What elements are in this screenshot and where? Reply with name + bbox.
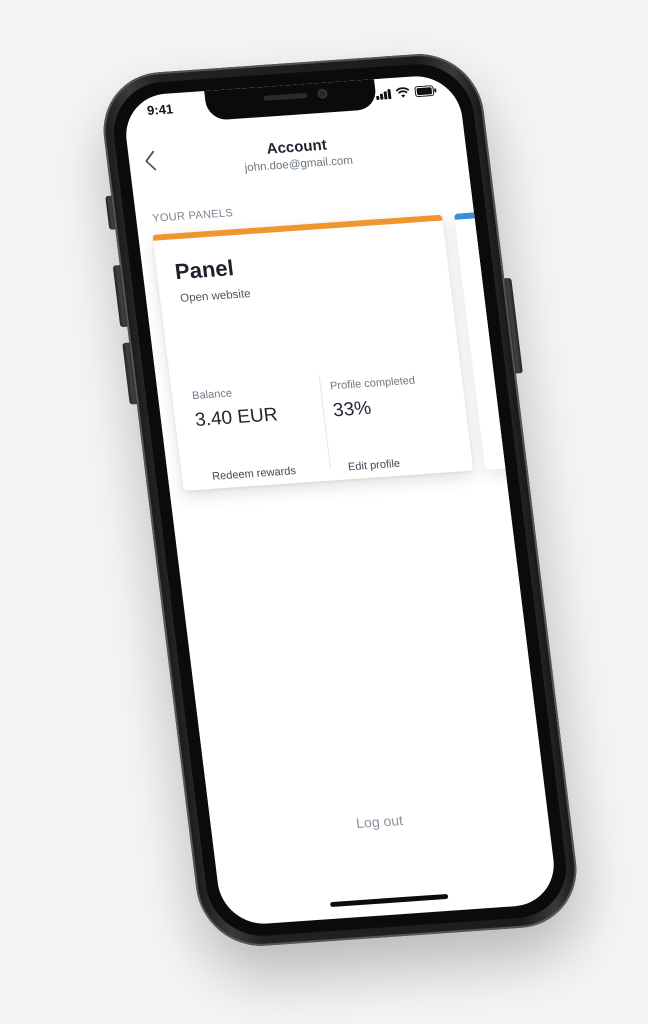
status-time: 9:41 xyxy=(146,101,175,119)
stat-divider xyxy=(318,375,332,469)
profile-stat: Profile completed 33% xyxy=(329,372,454,422)
balance-label: Balance xyxy=(191,387,233,403)
wifi-icon xyxy=(395,87,410,99)
logout-button[interactable]: Log out xyxy=(211,802,549,841)
battery-icon xyxy=(414,85,437,98)
profile-completed-value: 33% xyxy=(331,397,373,422)
panel-title: Panel xyxy=(173,255,236,285)
profile-completed-label: Profile completed xyxy=(329,374,416,393)
front-camera xyxy=(316,88,328,100)
edit-profile-button[interactable]: Edit profile xyxy=(347,458,400,474)
balance-value: 3.40 EUR xyxy=(193,404,279,431)
home-indicator[interactable] xyxy=(329,893,449,908)
open-website-link[interactable]: Open website xyxy=(180,288,252,305)
section-label-your-panels: YOUR PANELS xyxy=(151,207,234,225)
balance-stat: Balance 3.40 EUR xyxy=(192,382,317,432)
panel-card[interactable]: Panel Open website Balance 3.40 EUR Prof… xyxy=(152,214,474,491)
page-background: 9:41 Account john.doe@gmail.com YOUR PAN… xyxy=(0,0,648,1024)
redeem-rewards-button[interactable]: Redeem rewards xyxy=(212,465,297,483)
phone-device: 9:41 Account john.doe@gmail.com YOUR PAN… xyxy=(96,50,584,950)
status-icons xyxy=(375,85,437,101)
earpiece-speaker xyxy=(263,92,308,101)
signal-icon xyxy=(375,89,392,101)
